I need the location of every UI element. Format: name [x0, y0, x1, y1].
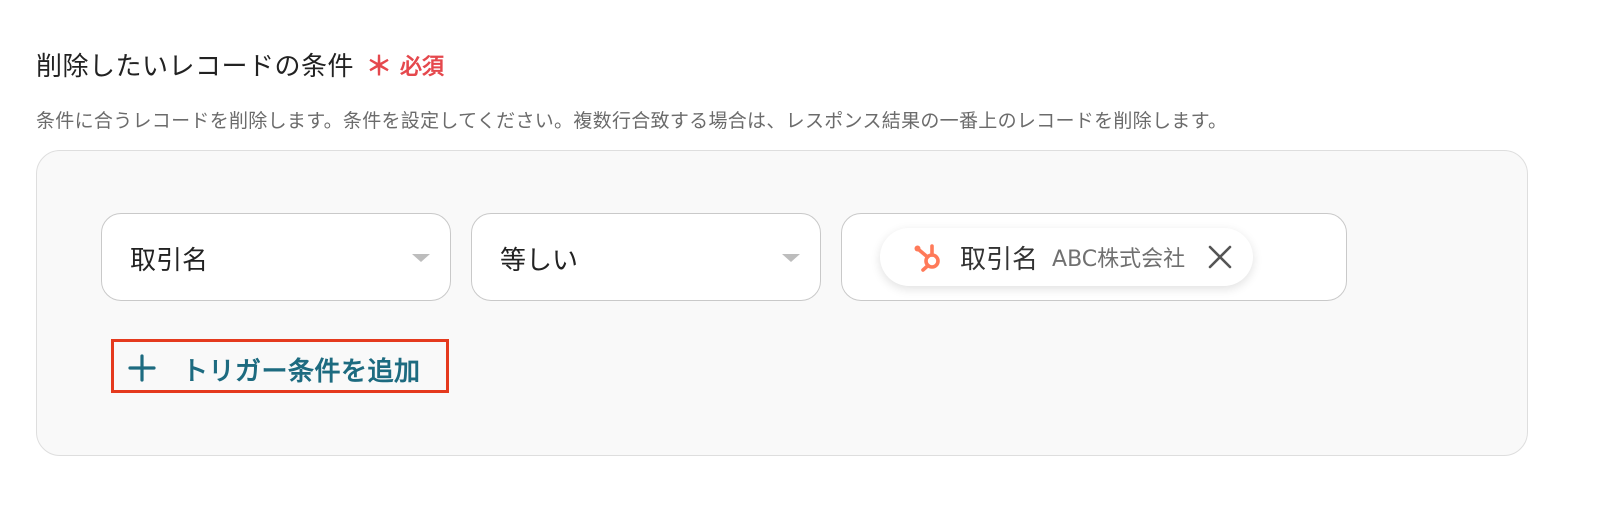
chevron-down-icon	[412, 254, 430, 262]
hubspot-icon	[912, 240, 946, 274]
required-asterisk: ＊	[366, 52, 393, 82]
operator-select-value: 等しい	[500, 246, 579, 276]
chevron-down-icon	[782, 254, 800, 262]
field-header: 削除したいレコードの条件 ＊ 必須	[36, 46, 444, 83]
chip-field-label: 取引名	[960, 244, 1039, 275]
required-badge: 必須	[400, 54, 445, 80]
chip-field-value: ABC株式会社	[1052, 247, 1186, 272]
field-select-value: 取引名	[130, 246, 209, 276]
field-label: 削除したいレコードの条件	[36, 52, 355, 82]
add-condition-button[interactable]: トリガー条件を追加	[111, 339, 449, 393]
operator-select[interactable]: 等しい	[471, 213, 821, 301]
close-icon[interactable]	[1205, 242, 1235, 272]
value-chip[interactable]: 取引名 ABC株式会社	[880, 228, 1254, 286]
add-condition-label: トリガー条件を追加	[182, 357, 421, 387]
field-description: 条件に合うレコードを削除します。条件を設定してください。複数行合致する場合は、レ…	[36, 110, 1228, 132]
conditions-panel: 取引名 等しい 取引名 ABC株式会社 トリガー条件を追加	[36, 150, 1528, 456]
field-select[interactable]: 取引名	[101, 213, 451, 301]
plus-icon	[128, 354, 156, 382]
value-input[interactable]: 取引名 ABC株式会社	[841, 213, 1347, 301]
condition-form: 削除したいレコードの条件 ＊ 必須 条件に合うレコードを削除します。条件を設定し…	[0, 0, 1610, 518]
